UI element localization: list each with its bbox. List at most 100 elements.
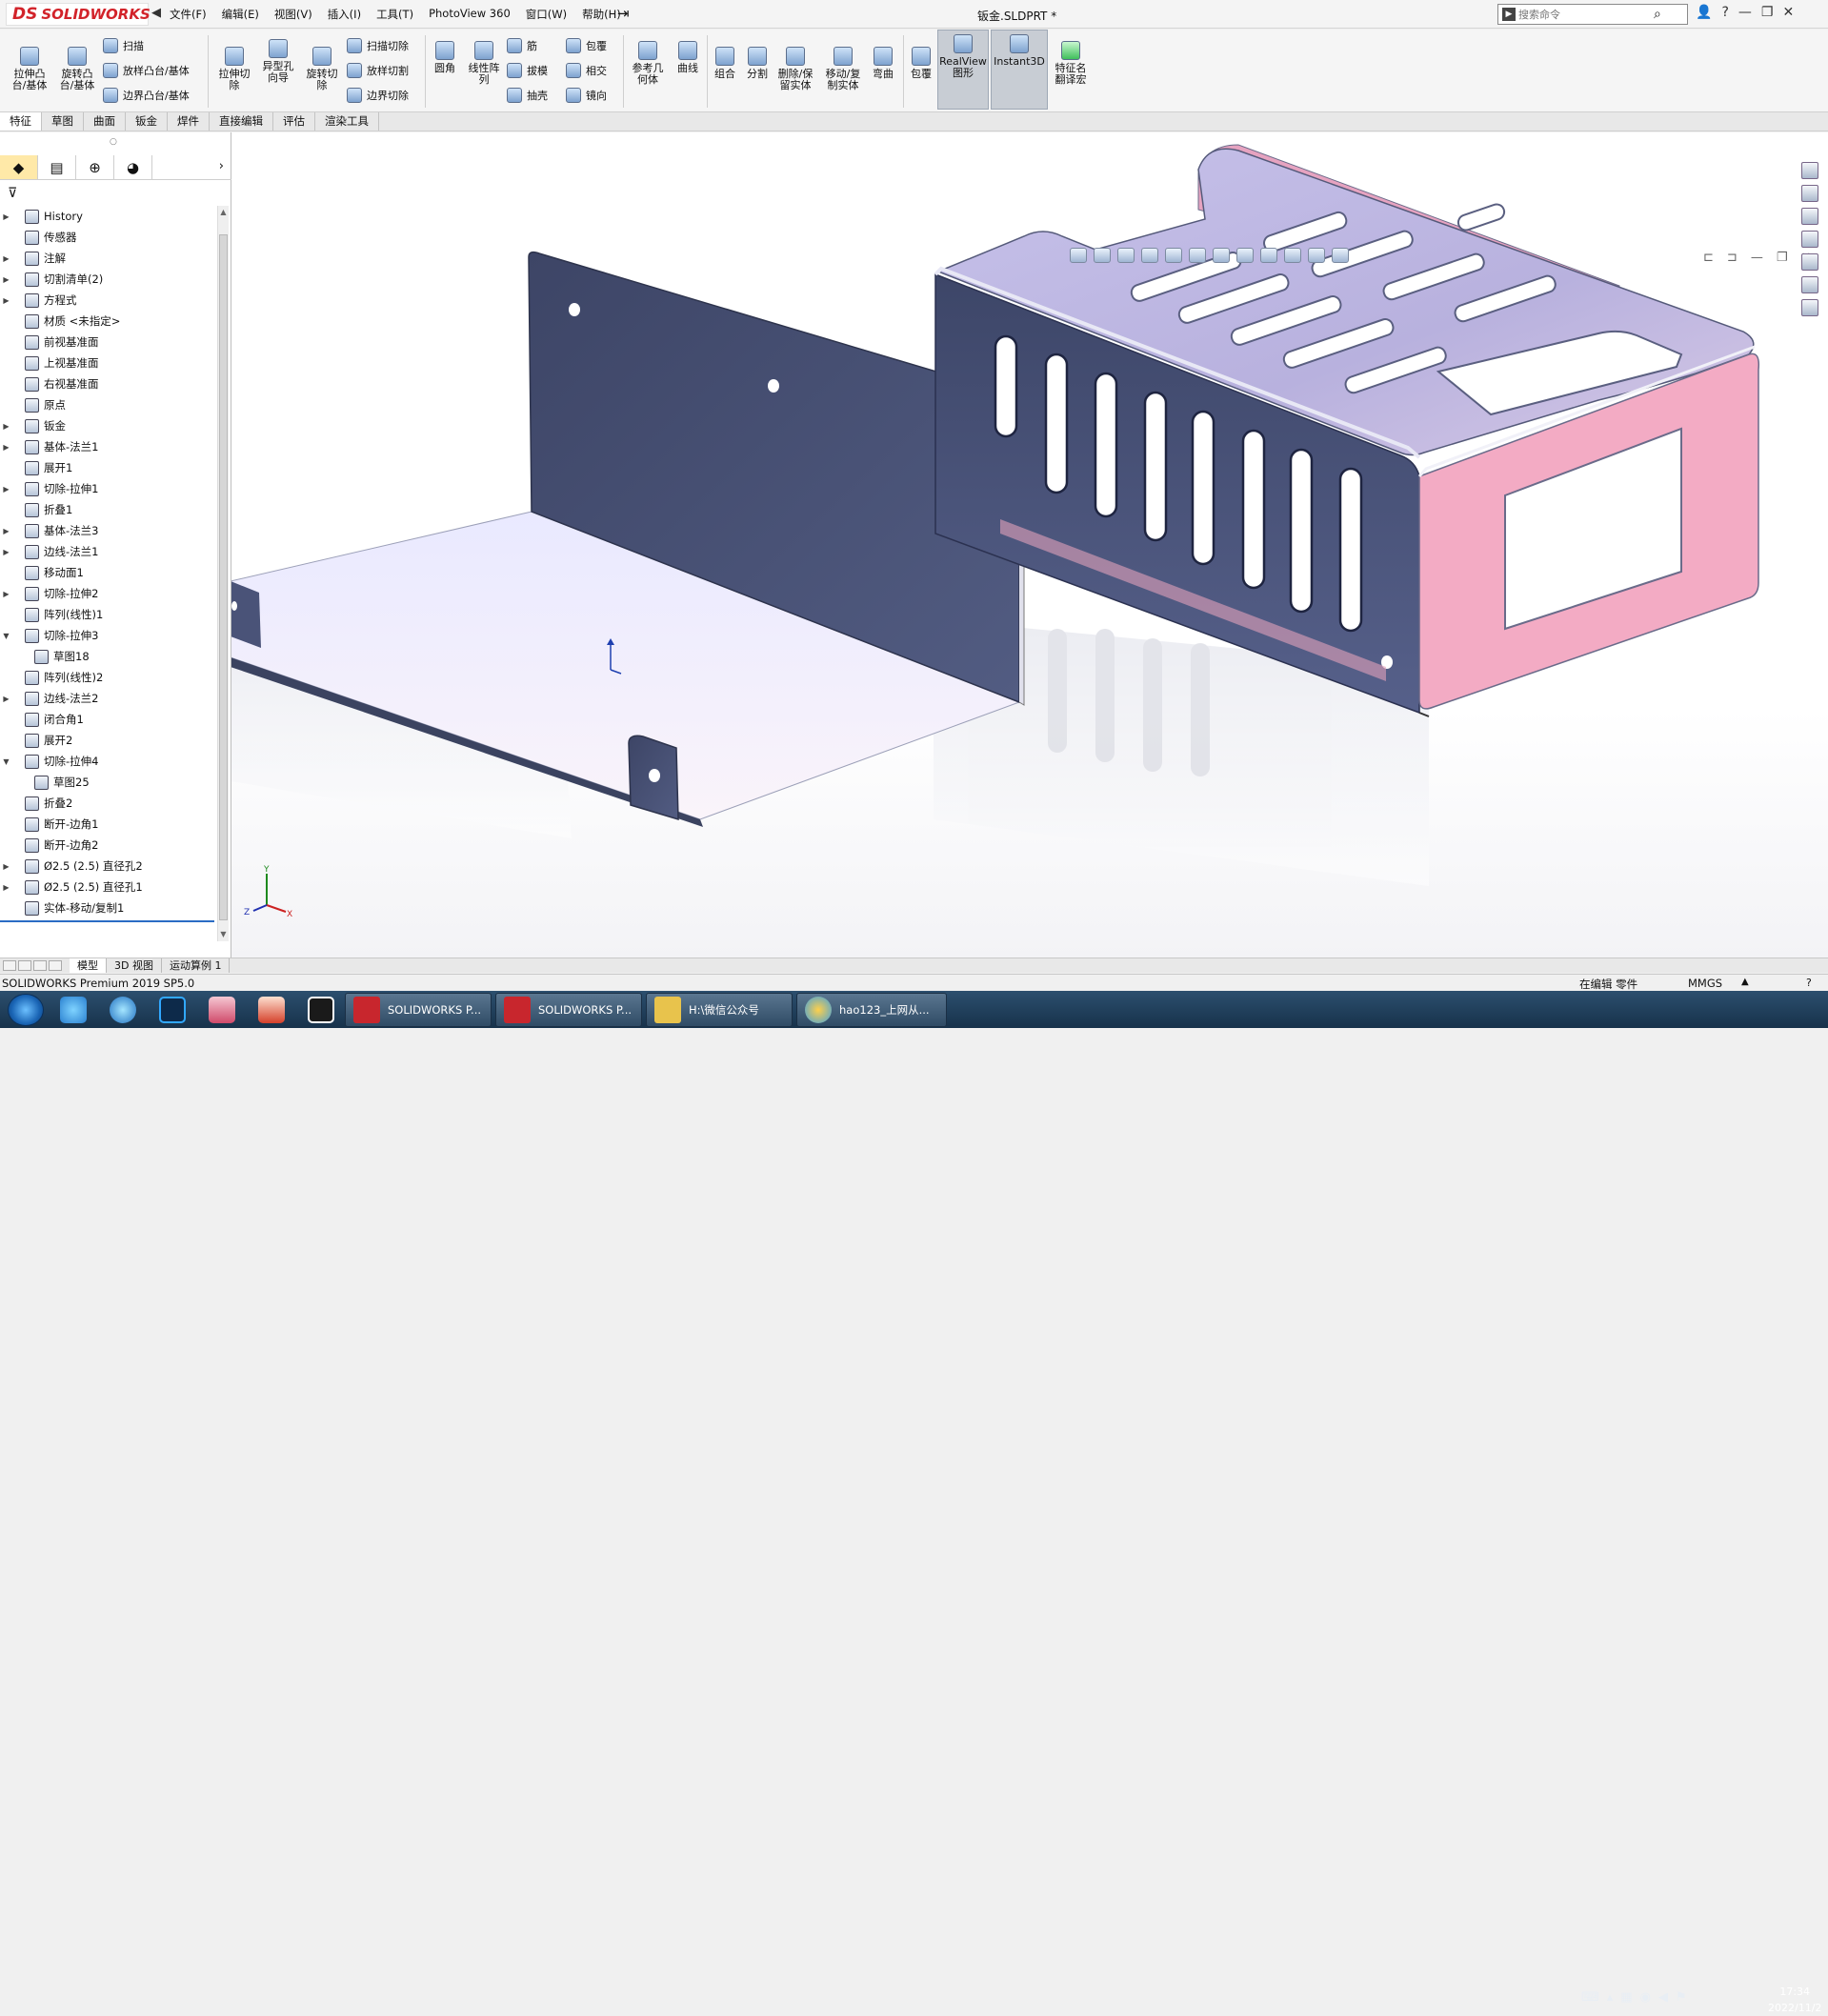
chevron-right-icon[interactable]: › xyxy=(219,159,224,173)
restore-icon[interactable]: ❐ xyxy=(1761,5,1774,20)
menu-tools[interactable]: 工具(T) xyxy=(376,7,413,22)
prev-tab-icon[interactable] xyxy=(18,960,31,971)
delete-keep-body-button[interactable]: 删除/保 留实体 xyxy=(773,47,817,91)
rollback-bar[interactable] xyxy=(0,920,214,922)
expand-arrow-icon[interactable]: ▶ xyxy=(0,212,12,221)
configuration-manager-tab-icon[interactable]: ⊕ xyxy=(76,155,114,179)
realview-button[interactable]: RealView 图形 xyxy=(937,30,989,110)
taskbar-clock[interactable]: 17:34 2022/11/2 xyxy=(1768,1984,1821,2016)
tree-item[interactable]: 展开1 xyxy=(0,457,214,478)
tree-item[interactable]: 实体-移动/复制1 xyxy=(0,897,214,916)
draft-button[interactable]: 拔模 xyxy=(507,63,548,78)
expand-arrow-icon[interactable]: ▶ xyxy=(0,862,12,871)
tree-item[interactable]: 材质 <未指定> xyxy=(0,311,214,332)
viewport-minimize-icon[interactable]: — xyxy=(1751,251,1763,265)
feature-translate-button[interactable]: 特征名 翻译宏 xyxy=(1050,41,1092,86)
tree-item[interactable]: 闭合角1 xyxy=(0,709,214,730)
tab-weldments[interactable]: 焊件 xyxy=(168,112,210,131)
command-search[interactable]: ▶ ⌕ xyxy=(1497,4,1688,25)
expand-arrow-icon[interactable]: ▶ xyxy=(0,422,12,431)
extrude-boss-button[interactable]: 拉伸凸 台/基体 xyxy=(8,47,51,91)
feature-manager-tab-icon[interactable]: ◆ xyxy=(0,155,38,179)
scroll-up-icon[interactable]: ▲ xyxy=(218,208,229,216)
snipping-tool-icon[interactable] xyxy=(251,994,291,1026)
dynamic-annotation-icon[interactable] xyxy=(1189,248,1206,263)
menu-file[interactable]: 文件(F) xyxy=(170,7,207,22)
tree-item[interactable]: 断开-边角1 xyxy=(0,814,214,835)
tree-item[interactable]: ▶ 基体-法兰1 xyxy=(0,436,214,457)
search-icon[interactable]: ⌕ xyxy=(1654,7,1661,22)
expand-arrow-icon[interactable]: ▶ xyxy=(0,296,12,305)
edit-appearance-icon[interactable] xyxy=(1284,248,1301,263)
tree-item[interactable]: 前视基准面 xyxy=(0,332,214,353)
viewport-next-icon[interactable]: ⊐ xyxy=(1727,251,1738,265)
tree-item[interactable]: ▶ 边线-法兰1 xyxy=(0,541,214,562)
tab-sketch[interactable]: 草图 xyxy=(42,112,84,131)
tree-item[interactable]: 草图25 xyxy=(0,772,214,793)
view-orientation-icon[interactable] xyxy=(1070,248,1087,263)
tray-expand-icon[interactable]: ▴ xyxy=(1607,1990,1614,2005)
view-palette-icon[interactable] xyxy=(1801,253,1818,271)
taskbar-solidworks-2[interactable]: SOLIDWORKS P... xyxy=(495,992,642,1027)
sweep-button[interactable]: 扫描 xyxy=(103,38,144,53)
graphics-area[interactable]: ⊏ ⊐ — ❐ ✕ xyxy=(231,132,1828,958)
collapse-arrow-icon[interactable]: ▼ xyxy=(0,757,12,766)
menu-window[interactable]: 窗口(W) xyxy=(526,7,567,22)
tree-item[interactable]: 上视基准面 xyxy=(0,353,214,373)
tab-features[interactable]: 特征 xyxy=(0,112,42,131)
close-icon[interactable]: ✕ xyxy=(1782,5,1794,20)
keyboard-icon[interactable]: ⌨ xyxy=(1581,1990,1599,2005)
move-copy-body-button[interactable]: 移动/复 制实体 xyxy=(821,47,865,91)
tree-item[interactable]: 传感器 xyxy=(0,227,214,248)
menu-insert[interactable]: 插入(I) xyxy=(328,7,361,22)
photoshop-icon[interactable] xyxy=(152,994,192,1026)
section-view-icon[interactable] xyxy=(1165,248,1182,263)
display-manager-tab-icon[interactable]: ◕ xyxy=(114,155,152,179)
tab-3d-views[interactable]: 3D 视图 xyxy=(107,958,162,973)
next-tab-icon[interactable] xyxy=(33,960,47,971)
tree-item[interactable]: 阵列(线性)2 xyxy=(0,667,214,688)
tree-item[interactable]: ▶ 边线-法兰2 xyxy=(0,688,214,709)
expand-arrow-icon[interactable]: ▶ xyxy=(0,883,12,892)
search-mode-icon[interactable]: ▶ xyxy=(1502,8,1516,21)
unit-menu-icon[interactable]: ▲ xyxy=(1741,977,1749,987)
tree-item[interactable]: ▶ 钣金 xyxy=(0,415,214,436)
curves-button[interactable]: 曲线 xyxy=(671,41,705,74)
ok-app-icon[interactable] xyxy=(301,994,341,1026)
revolve-boss-button[interactable]: 旋转凸 台/基体 xyxy=(55,47,99,91)
apply-scene-icon[interactable] xyxy=(1308,248,1325,263)
tab-evaluate[interactable]: 评估 xyxy=(273,112,315,131)
network-icon[interactable]: ▦ xyxy=(1620,1990,1632,2005)
flex-button[interactable]: 弯曲 xyxy=(867,47,899,80)
start-button[interactable] xyxy=(8,993,44,1026)
tree-item[interactable]: ▶ 切除-拉伸1 xyxy=(0,478,214,499)
tab-sheet-metal[interactable]: 钣金 xyxy=(126,112,168,131)
volume-icon[interactable]: ◀ xyxy=(1658,1990,1668,2005)
tree-item[interactable]: ▶ Ø2.5 (2.5) 直径孔2 xyxy=(0,856,214,877)
tree-item[interactable]: 断开-边角2 xyxy=(0,835,214,856)
taskbar-explorer[interactable]: H:\微信公众号 xyxy=(646,992,793,1027)
tab-direct-editing[interactable]: 直接编辑 xyxy=(210,112,273,131)
resources-icon[interactable] xyxy=(1801,185,1818,202)
edge-browser-icon[interactable] xyxy=(103,994,143,1026)
menu-view[interactable]: 视图(V) xyxy=(274,7,312,22)
tab-model[interactable]: 模型 xyxy=(70,958,107,973)
expand-arrow-icon[interactable]: ▶ xyxy=(0,548,12,556)
tree-item[interactable]: 折叠1 xyxy=(0,499,214,520)
menu-help[interactable]: 帮助(H) xyxy=(582,7,621,22)
menu-edit[interactable]: 编辑(E) xyxy=(222,7,259,22)
combine-button[interactable]: 组合 xyxy=(709,47,741,80)
tree-item[interactable]: ▼ 切除-拉伸4 xyxy=(0,751,214,772)
status-help-icon[interactable]: ? xyxy=(1806,977,1812,989)
boundary-boss-button[interactable]: 边界凸台/基体 xyxy=(103,88,190,103)
viewport-restore-icon[interactable]: ❐ xyxy=(1777,251,1788,265)
pin-menu-icon[interactable]: ⇥ xyxy=(617,5,630,22)
expand-arrow-icon[interactable]: ▶ xyxy=(0,590,12,598)
first-tab-icon[interactable] xyxy=(3,960,16,971)
previous-view-icon[interactable] xyxy=(1141,248,1158,263)
fillet-button[interactable]: 圆角 xyxy=(429,41,461,74)
home-icon[interactable] xyxy=(1801,162,1818,179)
tree-item[interactable]: ▶ 方程式 xyxy=(0,290,214,311)
viewport-prev-icon[interactable]: ⊏ xyxy=(1703,251,1714,265)
tree-item[interactable]: ▶ 基体-法兰3 xyxy=(0,520,214,541)
